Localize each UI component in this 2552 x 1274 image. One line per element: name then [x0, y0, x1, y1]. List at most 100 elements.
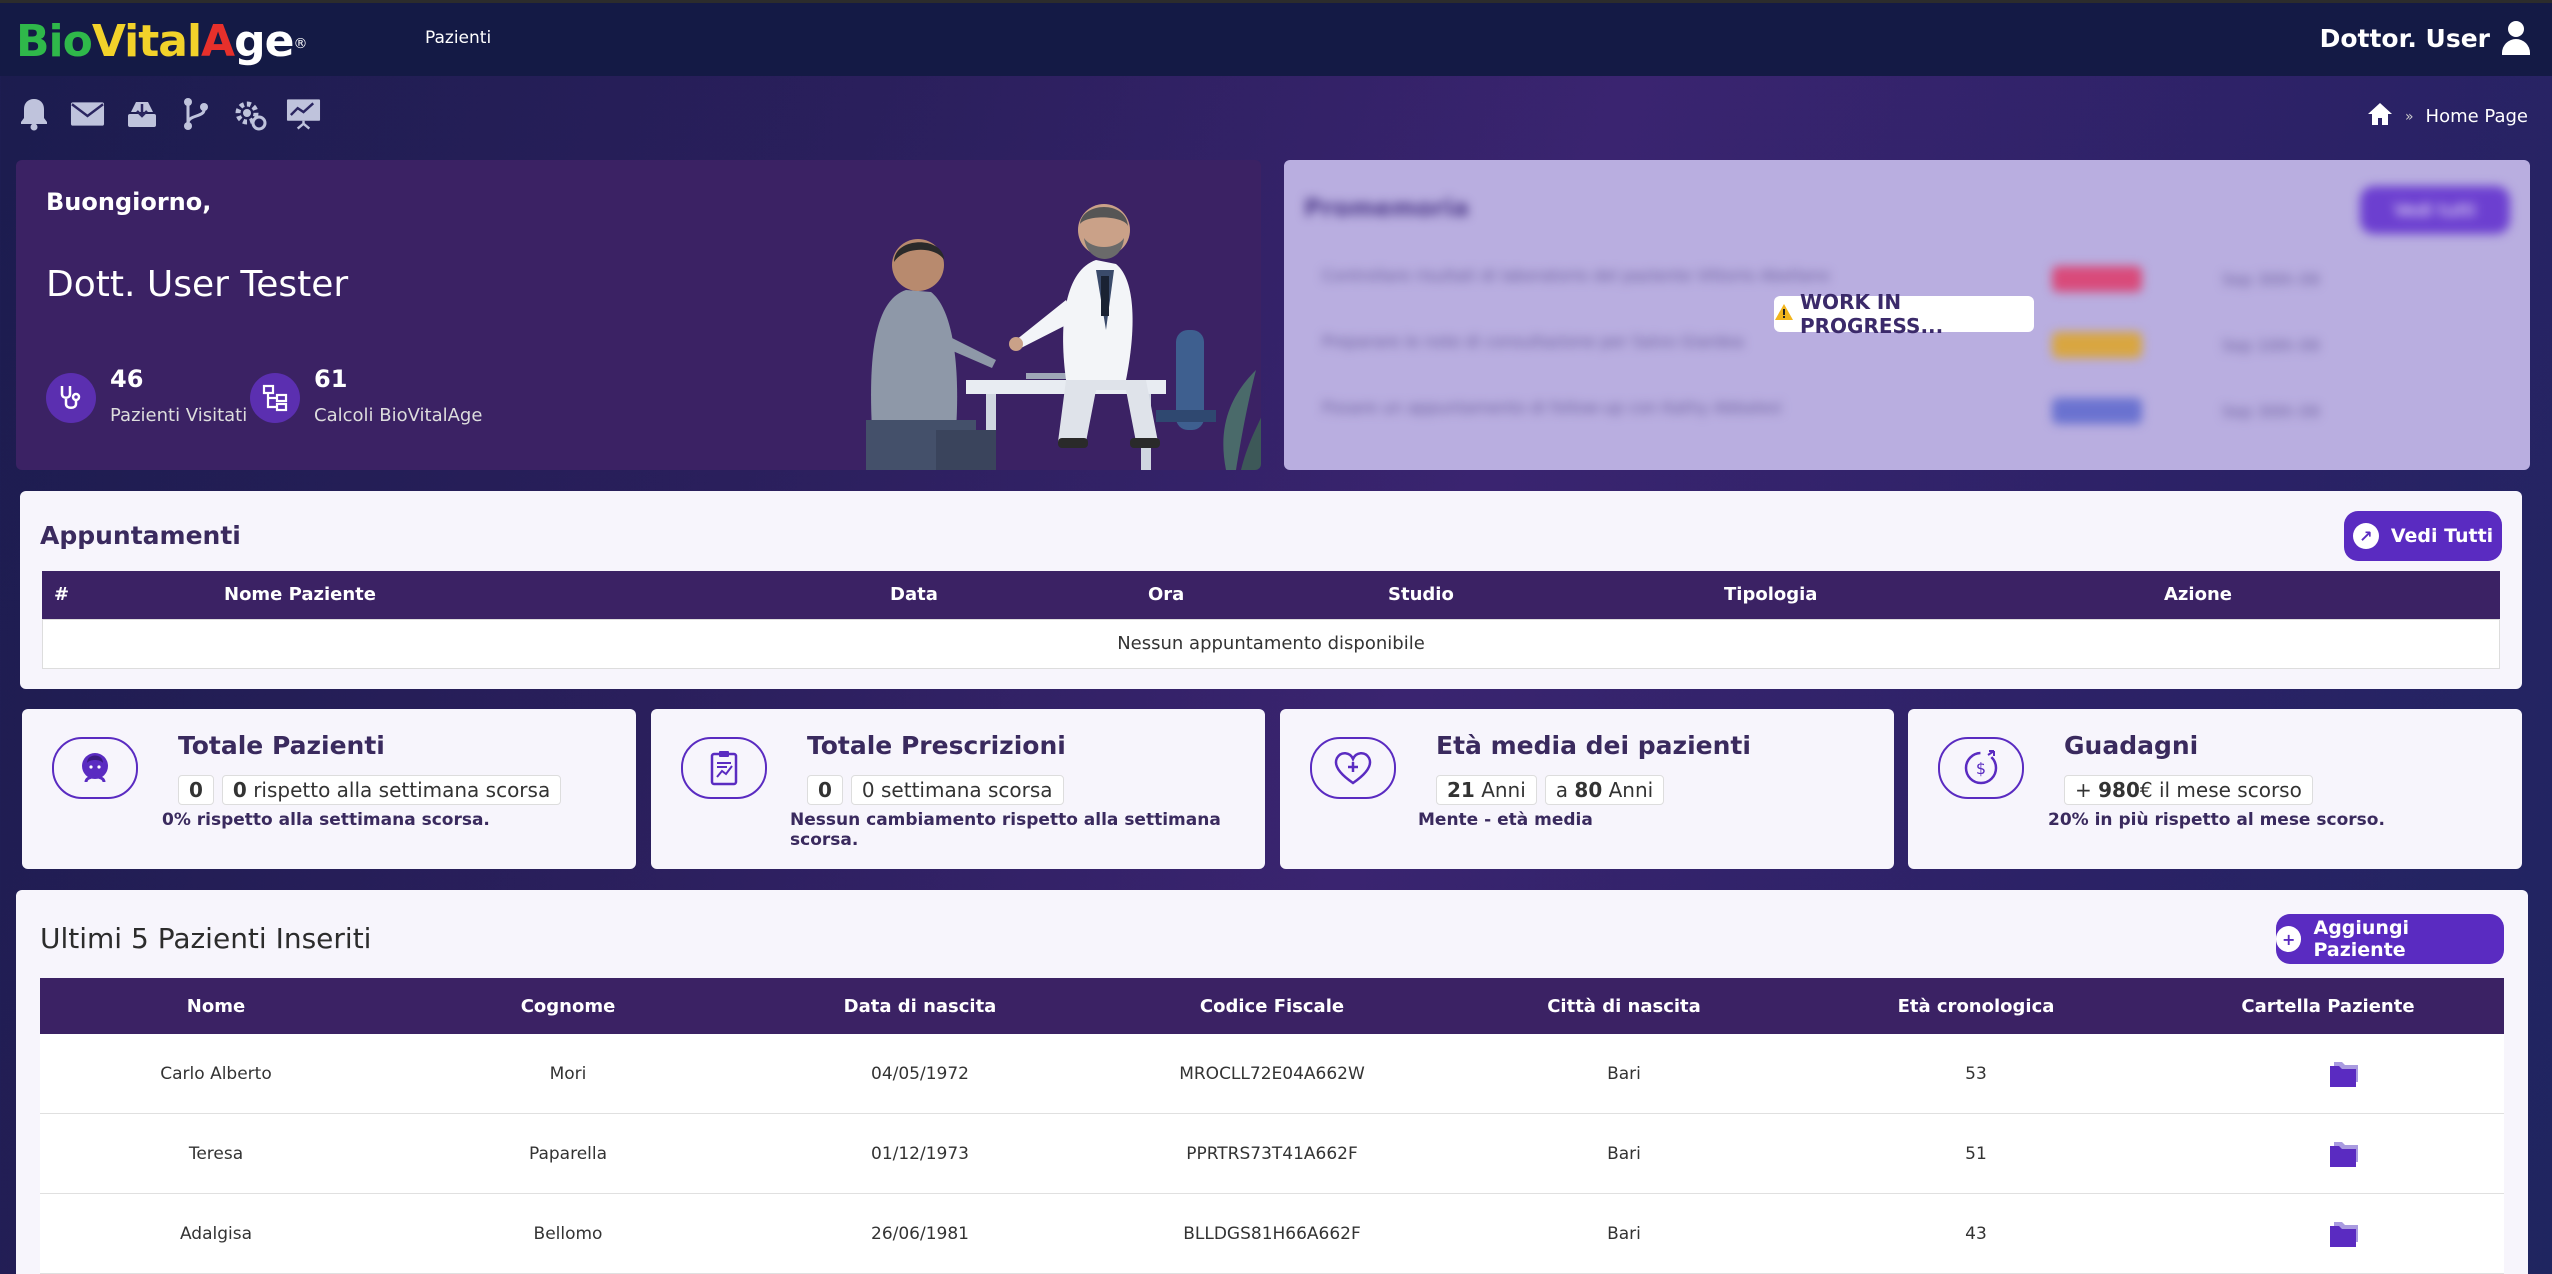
nav-pazienti-link[interactable]: Pazienti	[425, 28, 491, 48]
cell-codice-fiscale: PPRTRS73T41A662F	[1186, 1144, 1358, 1164]
cell-data-nascita: 04/05/1972	[871, 1064, 969, 1084]
cell-citta: Bari	[1607, 1224, 1641, 1244]
col-tipologia: Tipologia	[1724, 584, 1818, 605]
stat-card-description: Mente - età media	[1418, 810, 1593, 830]
folder-icon[interactable]	[2328, 1140, 2362, 1168]
col-nome-paziente: Nome Paziente	[224, 584, 376, 605]
user-icon	[2500, 21, 2532, 55]
promemoria-vedi-tutti-button[interactable]: Vedi tutti	[2360, 186, 2510, 234]
promemoria-row-text: Controllare risultati di laboratorio del…	[1322, 266, 1830, 285]
hierarchy-icon	[250, 373, 300, 423]
table-row[interactable]: Adalgisa Bellomo 26/06/1981 BLLDGS81H66A…	[40, 1194, 2504, 1274]
priority-badge	[2052, 398, 2142, 424]
download-icon[interactable]	[124, 96, 159, 131]
cell-citta: Bari	[1607, 1144, 1641, 1164]
stat-card-totale-pazienti: Totale Pazienti 0 0 rispetto alla settim…	[22, 709, 636, 869]
table-row[interactable]: Teresa Paparella 01/12/1973 PPRTRS73T41A…	[40, 1114, 2504, 1194]
stat-value: 46	[110, 365, 144, 393]
cell-cognome: Mori	[549, 1064, 587, 1084]
arrow-up-right-icon: ↗	[2352, 523, 2379, 549]
stat-value: 61	[314, 365, 348, 393]
cell-data-nascita: 26/06/1981	[871, 1224, 969, 1244]
promemoria-row-date: Sep 30th 09	[2222, 402, 2320, 421]
toolbar	[16, 96, 321, 131]
work-in-progress-badge: WORK IN PROGRESS...	[1774, 290, 2034, 338]
cell-data-nascita: 01/12/1973	[871, 1144, 969, 1164]
vedi-tutti-button[interactable]: ↗ Vedi Tutti	[2344, 511, 2502, 561]
top-navbar: BioVitalAge® Pazienti Dottor. User	[0, 0, 2552, 76]
cell-codice-fiscale: BLLDGS81H66A662F	[1183, 1224, 1361, 1244]
stat-box: 0	[178, 775, 214, 805]
folder-icon[interactable]	[2328, 1220, 2362, 1248]
stat-pazienti-visitati: 46 Pazienti Visitati	[46, 365, 247, 426]
stethoscope-icon	[46, 373, 96, 423]
stat-card-values: 21 Anni a 80 Anni	[1436, 775, 1665, 805]
breadcrumb: » Home Page	[2367, 102, 2528, 131]
promemoria-row-text: Fissare un appuntamento di follow-up con…	[1322, 398, 1782, 417]
work-in-progress-text: WORK IN PROGRESS...	[1800, 290, 1944, 338]
plus-icon: +	[2276, 926, 2302, 952]
promemoria-title: Promemoria	[1304, 194, 1469, 222]
appuntamenti-table-header: # Nome Paziente Data Ora Studio Tipologi…	[42, 571, 2500, 619]
col-cartella-paziente: Cartella Paziente	[2241, 996, 2415, 1017]
aggiungi-paziente-label: Aggiungi Paziente	[2313, 917, 2410, 961]
patient-icon	[52, 737, 138, 799]
cell-nome: Adalgisa	[179, 1224, 253, 1244]
priority-badge	[2052, 266, 2142, 292]
biovitalage-logo[interactable]: BioVitalAge®	[16, 17, 307, 67]
cell-eta: 51	[1965, 1144, 1987, 1164]
warning-icon	[1774, 302, 1794, 326]
col-studio: Studio	[1388, 584, 1454, 605]
table-row[interactable]: Carlo Alberto Mori 04/05/1972 MROCLL72E0…	[40, 1034, 2504, 1114]
cell-nome: Carlo Alberto	[160, 1064, 272, 1084]
col-hash: #	[54, 584, 70, 605]
stat-calcoli: 61 Calcoli BioVitalAge	[250, 365, 482, 426]
stat-card-values: 0 0 settimana scorsa	[807, 775, 1064, 805]
heart-plus-icon	[1310, 737, 1396, 799]
stat-card-totale-prescrizioni: Totale Prescrizioni 0 0 settimana scorsa…	[651, 709, 1265, 869]
presentation-icon[interactable]	[286, 96, 321, 131]
promemoria-row-text: Preparare le note di consultazione per S…	[1322, 332, 1744, 351]
promemoria-row-date: Sep 10th 09	[2222, 336, 2320, 355]
stat-card-eta-media: Età media dei pazienti 21 Anni a 80 Anni…	[1280, 709, 1894, 869]
greeting-text: Buongiorno,	[46, 188, 212, 216]
cell-nome: Teresa	[188, 1144, 244, 1164]
stat-card-values: + 980€ il mese scorso	[2064, 775, 2313, 805]
cell-citta: Bari	[1607, 1064, 1641, 1084]
stat-box: a 80 Anni	[1544, 775, 1665, 805]
col-nome: Nome	[186, 996, 246, 1017]
promemoria-row: Fissare un appuntamento di follow-up con…	[1322, 398, 2502, 428]
col-eta-cronologica: Età cronologica	[1897, 996, 2055, 1017]
appuntamenti-card: Appuntamenti ↗ Vedi Tutti # Nome Pazient…	[20, 491, 2522, 689]
home-icon[interactable]	[2367, 102, 2393, 131]
vedi-tutti-label: Vedi Tutti	[2390, 525, 2494, 547]
cell-eta: 43	[1965, 1224, 1987, 1244]
col-azione: Azione	[2164, 584, 2232, 605]
svg-text:$: $	[1976, 759, 1986, 778]
breadcrumb-current: Home Page	[2425, 106, 2528, 127]
stat-box: 0 settimana scorsa	[850, 775, 1064, 805]
stat-card-description: Nessun cambiamento rispetto alla settima…	[790, 810, 1221, 850]
stat-box: + 980€ il mese scorso	[2064, 775, 2313, 805]
appuntamenti-empty-message: Nessun appuntamento disponibile	[42, 619, 2500, 669]
stat-card-title: Guadagni	[2064, 731, 2199, 760]
cell-cognome: Paparella	[528, 1144, 608, 1164]
branch-icon[interactable]	[178, 96, 213, 131]
user-menu[interactable]: Dottor. User	[2320, 21, 2532, 55]
user-name: Dottor. User	[2319, 23, 2490, 53]
mail-icon[interactable]	[70, 96, 105, 131]
stat-label: Calcoli BioVitalAge	[314, 405, 483, 426]
aggiungi-paziente-button[interactable]: + Aggiungi Paziente	[2276, 914, 2504, 964]
folder-icon[interactable]	[2328, 1060, 2362, 1088]
stat-card-description: 0% rispetto alla settimana scorsa.	[162, 810, 490, 830]
stat-card-guadagni: $ Guadagni + 980€ il mese scorso 20% in …	[1908, 709, 2522, 869]
col-data-nascita: Data di nascita	[843, 996, 997, 1017]
bell-icon[interactable]	[16, 96, 51, 131]
gear-icon[interactable]	[232, 96, 267, 131]
stat-card-title: Età media dei pazienti	[1436, 731, 1751, 760]
stat-card-values: 0 0 rispetto alla settimana scorsa	[178, 775, 562, 805]
breadcrumb-separator: »	[2404, 108, 2414, 125]
doctor-patient-illustration	[866, 204, 1261, 470]
cell-eta: 53	[1965, 1064, 1987, 1084]
col-citta-nascita: Città di nascita	[1547, 996, 1701, 1017]
